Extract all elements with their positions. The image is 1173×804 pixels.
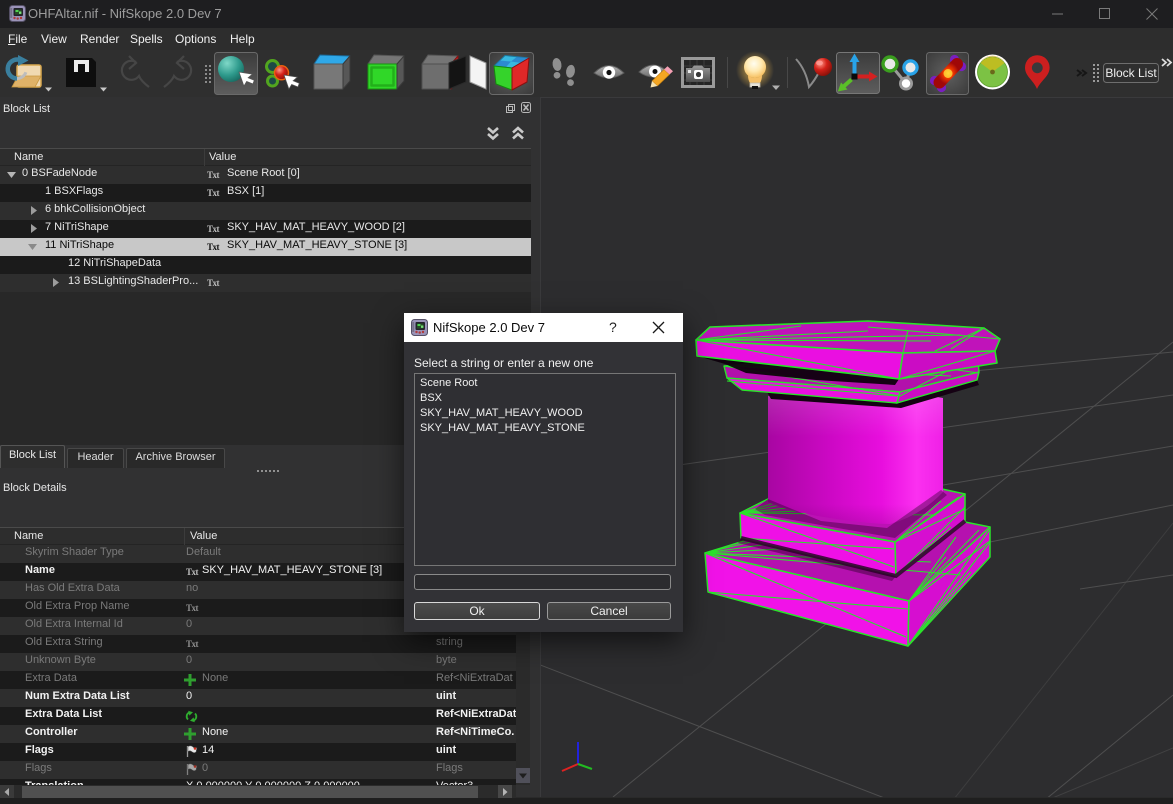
svg-text:Block List: Block List	[1105, 66, 1157, 80]
